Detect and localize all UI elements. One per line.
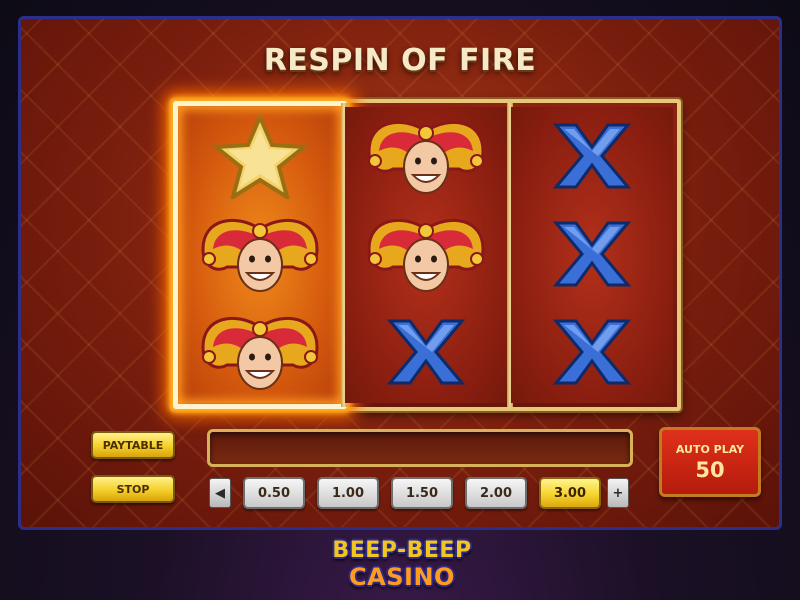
x-symbol [511,107,673,205]
reels-area [171,99,681,411]
logo-line-1: BEEP-BEEP [332,538,472,563]
auto-play-label: AUTO PLAY [675,442,745,456]
jester-symbol [179,205,341,303]
reel-3 [511,107,673,403]
plus-icon: + [612,485,624,501]
stop-button[interactable]: STOP [91,475,175,503]
x-symbol [511,205,673,303]
paytable-button[interactable]: PAYTABLE [91,431,175,459]
logo-line-2: CASINO [349,563,455,591]
bet-option-selected[interactable]: 3.00 [539,477,601,509]
triangle-left-icon: ◀ [215,485,225,501]
bet-option[interactable]: 1.00 [317,477,379,509]
auto-play-count: 50 [695,457,725,482]
reel-1 [173,101,347,409]
bet-selector: 0.50 1.00 1.50 2.00 3.00 [243,477,603,511]
star-symbol [179,107,341,205]
bet-option[interactable]: 0.50 [243,477,305,509]
x-symbol [345,303,507,401]
x-symbol [511,303,673,401]
reel-2 [345,107,507,403]
bet-option[interactable]: 1.50 [391,477,453,509]
jester-symbol [345,107,507,205]
casino-logo: BEEP-BEEP CASINO [318,533,486,595]
bet-option[interactable]: 2.00 [465,477,527,509]
message-bar [207,429,633,467]
jester-symbol [345,205,507,303]
game-title: RESPIN OF FIRE [263,43,537,78]
bet-increase-button[interactable]: + [607,478,629,508]
auto-play-button[interactable]: AUTO PLAY 50 [659,427,761,497]
jester-symbol [179,303,341,401]
game-frame: RESPIN OF FIRE PAYTABLE STOP ◀ 0.50 1.00… [18,16,782,530]
bet-decrease-button[interactable]: ◀ [209,478,231,508]
